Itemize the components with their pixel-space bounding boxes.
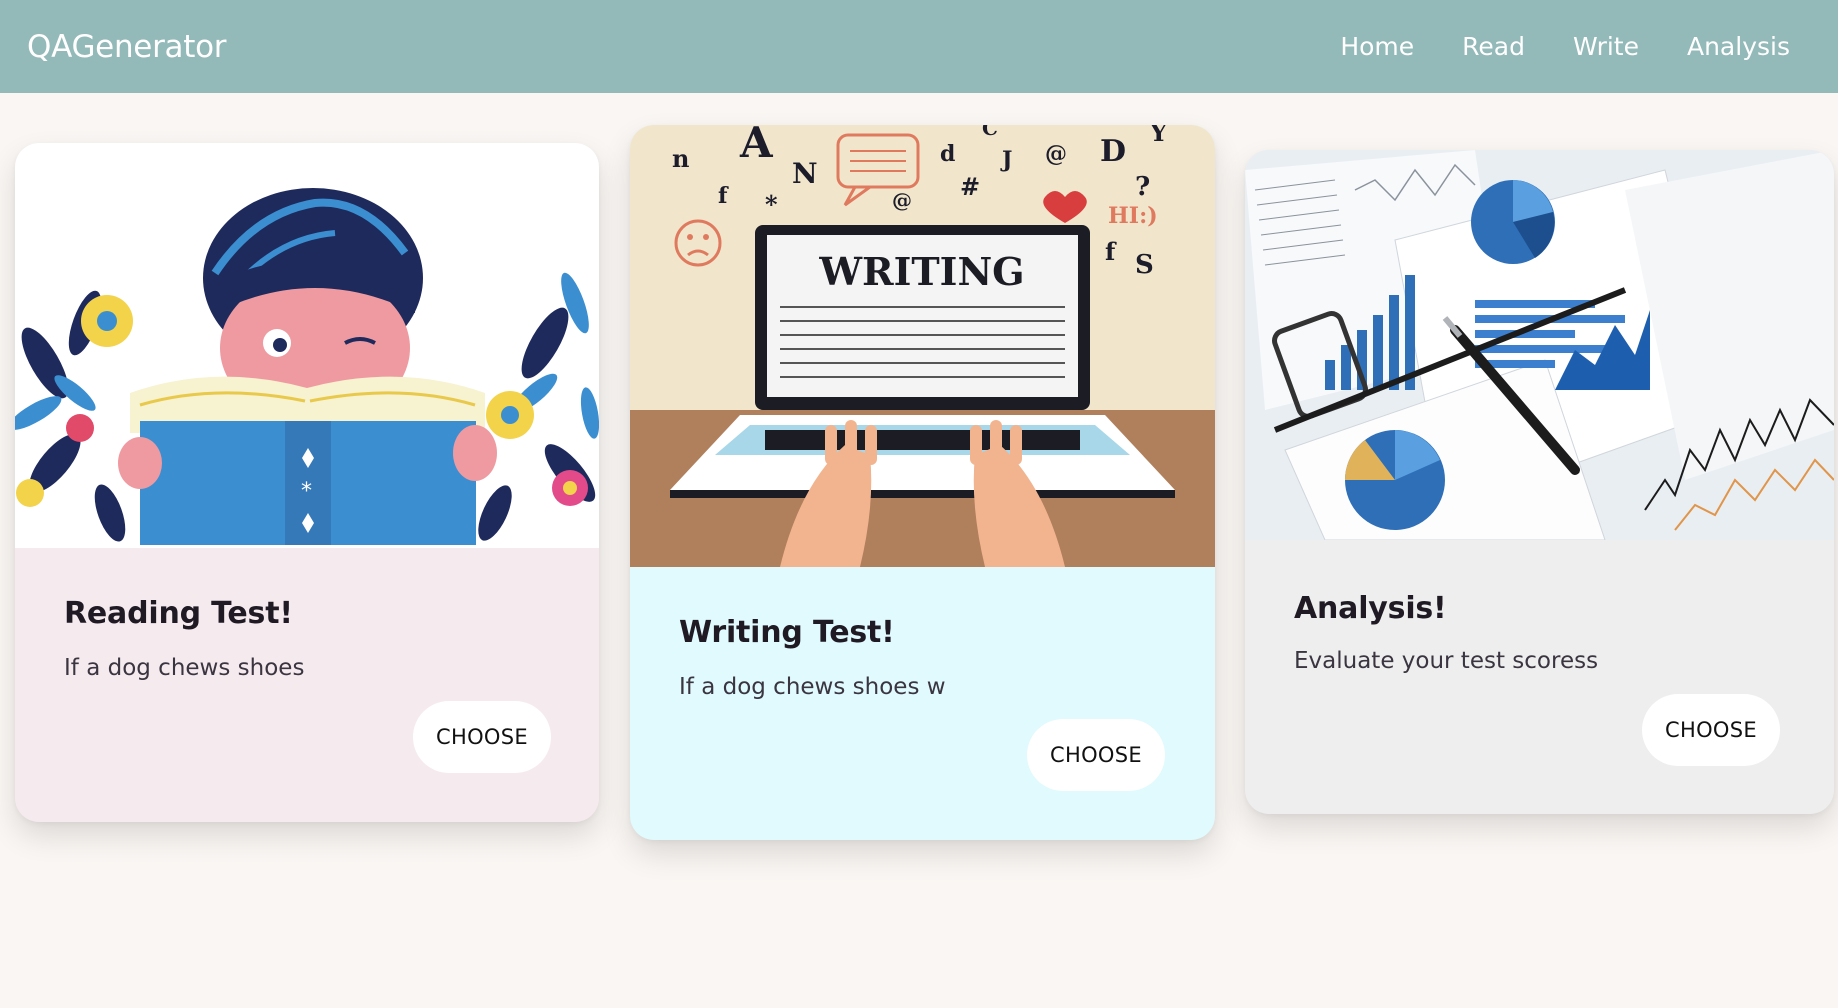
symbol-hash: # bbox=[960, 172, 980, 201]
symbol-a: A bbox=[739, 125, 774, 167]
svg-text:*: * bbox=[301, 479, 312, 504]
brand-logo[interactable]: QAGenerator bbox=[27, 29, 226, 65]
nav-write-link[interactable]: Write bbox=[1573, 32, 1639, 61]
choose-writing-button[interactable]: CHOOSE bbox=[1027, 719, 1165, 791]
symbol-d: d bbox=[940, 141, 955, 167]
reading-test-card: * Reading Test! If a dog chews shoes CHO… bbox=[15, 143, 599, 822]
nav-home-link[interactable]: Home bbox=[1340, 32, 1414, 61]
choose-reading-button[interactable]: CHOOSE bbox=[413, 701, 551, 773]
symbol-at: @ bbox=[1045, 141, 1067, 167]
symbol-c: C bbox=[982, 125, 998, 140]
card-title: Writing Test! bbox=[679, 615, 895, 650]
symbol-at2: @ bbox=[892, 188, 912, 212]
nav-links: Home Read Write Analysis bbox=[1340, 32, 1790, 61]
reading-illustration: * bbox=[15, 143, 599, 548]
symbol-y: Y bbox=[1149, 125, 1168, 147]
symbol-f: f bbox=[718, 183, 729, 209]
top-navbar: QAGenerator Home Read Write Analysis bbox=[0, 0, 1838, 93]
symbol-j: J bbox=[1000, 147, 1012, 173]
writing-screen-text: WRITING bbox=[818, 249, 1024, 294]
symbol-d2: D bbox=[1100, 134, 1126, 169]
writing-test-card: n A N d J @ D Y f * # ? HI:) f S @ C WRI… bbox=[630, 125, 1215, 840]
writing-illustration: n A N d J @ D Y f * # ? HI:) f S @ C WRI… bbox=[630, 125, 1215, 567]
card-title: Reading Test! bbox=[64, 596, 293, 631]
symbol-star: * bbox=[765, 190, 778, 219]
symbol-question: ? bbox=[1135, 172, 1150, 202]
analysis-card: Analysis! Evaluate your test scoress CHO… bbox=[1245, 150, 1834, 814]
choose-analysis-button[interactable]: CHOOSE bbox=[1642, 694, 1780, 766]
symbol-n: n bbox=[672, 144, 689, 173]
card-description: If a dog chews shoes w bbox=[679, 674, 946, 700]
symbol-s: S bbox=[1135, 250, 1154, 280]
symbol-hi: HI:) bbox=[1108, 203, 1158, 229]
symbol-f2: f bbox=[1105, 237, 1117, 266]
card-description: If a dog chews shoes bbox=[64, 655, 305, 681]
symbol-n2: N bbox=[792, 157, 818, 190]
analysis-charts-photo bbox=[1245, 150, 1834, 540]
card-title: Analysis! bbox=[1294, 591, 1447, 626]
nav-read-link[interactable]: Read bbox=[1462, 32, 1525, 61]
card-description: Evaluate your test scoress bbox=[1294, 648, 1599, 674]
nav-analysis-link[interactable]: Analysis bbox=[1687, 32, 1790, 61]
